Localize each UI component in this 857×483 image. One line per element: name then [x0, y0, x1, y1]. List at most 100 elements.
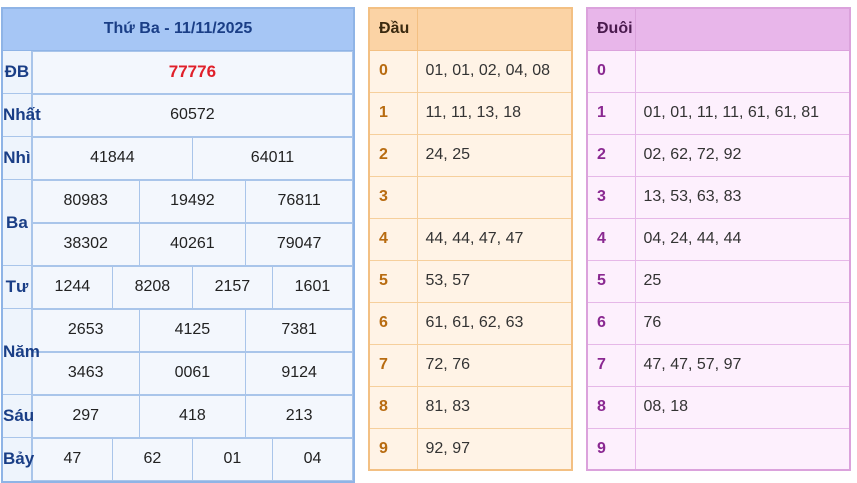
dau-row: 4 44, 44, 47, 47 [368, 217, 573, 261]
duoi-values: 13, 53, 63, 83 [634, 175, 851, 219]
prize-numbers-row: 47 62 01 04 [31, 437, 354, 481]
prize-name: Nhất [1, 93, 41, 137]
prize-number: 40261 [138, 222, 247, 266]
prize-number: 297 [31, 394, 140, 438]
duoi-header-values [634, 7, 851, 51]
prize-number: 2653 [31, 308, 140, 352]
dau-row: 5 53, 57 [368, 259, 573, 303]
duoi-digit: 1 [586, 91, 636, 135]
prize-row: 38302 40261 79047 [2, 222, 354, 266]
prize-row: 3463 0061 9124 [2, 351, 354, 395]
dau-values: 92, 97 [416, 427, 573, 471]
prize-row: ĐB 77776 [1, 49, 354, 94]
dau-header-values [416, 7, 573, 51]
prize-number: 418 [138, 394, 247, 438]
prize-number: 8208 [111, 265, 193, 309]
dau-digit: 3 [368, 175, 418, 219]
dau-row: 0 01, 01, 02, 04, 08 [368, 49, 573, 93]
duoi-row: 0 [586, 49, 851, 93]
dau-digit: 9 [368, 427, 418, 471]
dau-digit: 0 [368, 49, 418, 93]
prize-number: 19492 [138, 179, 247, 223]
prize-numbers-row: 2653 4125 7381 [31, 308, 353, 352]
prize-number: 60572 [31, 93, 354, 137]
duoi-row: 2 02, 62, 72, 92 [586, 133, 851, 177]
duoi-values [634, 49, 851, 93]
prize-row: Bảy 47 62 01 04 [1, 437, 354, 482]
prize-number: 38302 [31, 222, 140, 266]
prize-name: Ba [1, 179, 32, 266]
duoi-row: 9 [586, 427, 851, 471]
prize-number: 4125 [138, 308, 247, 352]
duoi-values [634, 427, 851, 471]
prize-name: ĐB [1, 49, 32, 94]
dau-row: 6 61, 61, 62, 63 [368, 301, 573, 345]
prize-numbers-cell: 80983 19492 76811 [31, 179, 354, 223]
special-prize-number: 77776 [31, 50, 354, 94]
dau-values: 72, 76 [416, 343, 573, 387]
dau-digit: 6 [368, 301, 418, 345]
prize-numbers-cell: 38302 40261 79047 [31, 222, 354, 266]
prize-number: 79047 [245, 222, 353, 266]
dau-digit: 1 [368, 91, 418, 135]
prize-name: Sáu [1, 394, 34, 438]
prize-number: 213 [245, 394, 353, 438]
prize-number: 64011 [191, 136, 354, 180]
dau-values: 24, 25 [416, 133, 573, 177]
duoi-row: 7 47, 47, 57, 97 [586, 343, 851, 387]
duoi-digit: 9 [586, 427, 636, 471]
dau-digit: 5 [368, 259, 418, 303]
dau-row: 9 92, 97 [368, 427, 573, 471]
duoi-digit: 5 [586, 259, 636, 303]
duoi-digit: 2 [586, 133, 636, 177]
dau-row: 3 [368, 175, 573, 219]
dau-values: 01, 01, 02, 04, 08 [416, 49, 573, 93]
dau-row: 2 24, 25 [368, 133, 573, 177]
prize-number: 9124 [245, 351, 353, 395]
dau-values: 44, 44, 47, 47 [416, 217, 573, 261]
dau-values: 53, 57 [416, 259, 573, 303]
dau-values [416, 175, 573, 219]
duoi-values: 01, 01, 11, 11, 61, 61, 81 [634, 91, 851, 135]
dau-row: 1 11, 11, 13, 18 [368, 91, 573, 135]
prize-numbers-row: 1244 8208 2157 1601 [31, 265, 354, 309]
prize-number: 1601 [271, 265, 354, 309]
duoi-values: 02, 62, 72, 92 [634, 133, 851, 177]
prize-number: 01 [191, 437, 273, 481]
duoi-digit: 0 [586, 49, 636, 93]
prize-number: 47 [31, 437, 113, 481]
prize-name: Nhì [1, 136, 32, 180]
duoi-row: 6 76 [586, 301, 851, 345]
prize-number: 3463 [31, 351, 140, 395]
results-title: Thứ Ba - 11/11/2025 [2, 8, 354, 51]
dau-digit: 7 [368, 343, 418, 387]
prize-numbers-cell: 47 62 01 04 [31, 437, 354, 482]
dau-table: Đầu 0 01, 01, 02, 04, 08 1 11, 11, 13, 18 2 2… [368, 7, 573, 471]
prize-numbers-row: 41844 64011 [31, 136, 354, 180]
prize-numbers-cell: 41844 64011 [31, 136, 354, 180]
dau-digit: 8 [368, 385, 418, 429]
duoi-digit: 6 [586, 301, 636, 345]
duoi-digit: 3 [586, 175, 636, 219]
duoi-table: Đuôi 0 1 01, 01, 11, 11, 61, 61, 81 2 02, 62… [586, 7, 851, 471]
prize-number: 1244 [31, 265, 113, 309]
duoi-values: 47, 47, 57, 97 [634, 343, 851, 387]
dau-digit: 4 [368, 217, 418, 261]
duoi-row: 8 08, 18 [586, 385, 851, 429]
prize-number: 7381 [245, 308, 353, 352]
prize-number: 76811 [245, 179, 353, 223]
duoi-digit: 7 [586, 343, 636, 387]
prize-row: Năm 2653 4125 7381 [1, 308, 354, 395]
prize-numbers-row: 80983 19492 76811 [31, 179, 353, 223]
prize-numbers-cell: 3463 0061 9124 [31, 351, 354, 395]
prize-number: 04 [271, 437, 354, 481]
prize-number: 80983 [31, 179, 140, 223]
duoi-row: 5 25 [586, 259, 851, 303]
prize-number: 2157 [191, 265, 273, 309]
prize-numbers-row: 38302 40261 79047 [31, 222, 353, 266]
prize-number: 41844 [31, 136, 193, 180]
dau-values: 11, 11, 13, 18 [416, 91, 573, 135]
prize-row: Sáu 297 418 213 [1, 394, 354, 438]
prize-numbers-cell: 1244 8208 2157 1601 [31, 265, 354, 309]
duoi-header: Đuôi [586, 7, 636, 51]
